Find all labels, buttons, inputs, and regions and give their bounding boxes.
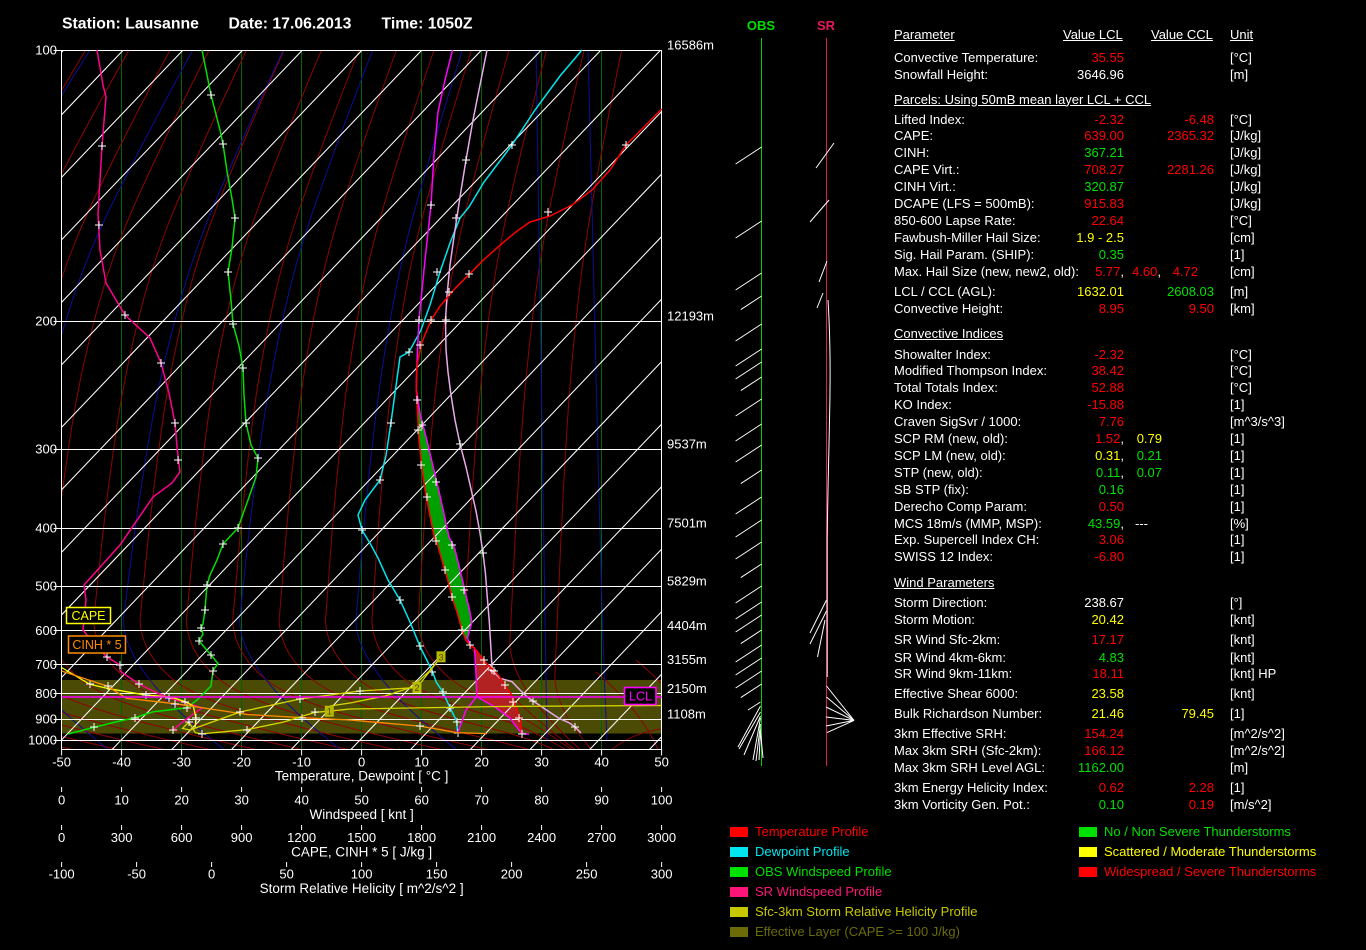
svg-text:CAPE: CAPE: [71, 609, 105, 623]
svg-text:Time: 1050Z: Time: 1050Z: [382, 16, 473, 33]
svg-text:-50: -50: [52, 755, 71, 770]
svg-text:90: 90: [594, 793, 608, 808]
svg-text:50: 50: [354, 793, 368, 808]
svg-text:-50: -50: [127, 867, 146, 882]
svg-text:-10: -10: [292, 755, 311, 770]
svg-text:1500: 1500: [347, 830, 376, 845]
svg-text:150: 150: [426, 867, 448, 882]
svg-text:2100: 2100: [467, 830, 496, 845]
svg-text:10: 10: [114, 793, 128, 808]
svg-text:0: 0: [58, 793, 65, 808]
svg-text:70: 70: [474, 793, 488, 808]
svg-text:300: 300: [651, 867, 673, 882]
svg-text:600: 600: [35, 623, 57, 638]
svg-text:900: 900: [231, 830, 253, 845]
svg-text:900: 900: [35, 712, 57, 727]
svg-text:Temperature, Dewpoint [ °C ]: Temperature, Dewpoint [ °C ]: [275, 769, 448, 784]
svg-text:CINH * 5: CINH * 5: [72, 638, 121, 652]
svg-text:2700: 2700: [587, 830, 616, 845]
svg-text:60: 60: [414, 793, 428, 808]
svg-text:30: 30: [234, 793, 248, 808]
svg-text:Date: 17.06.2013: Date: 17.06.2013: [229, 16, 352, 33]
svg-text:0: 0: [358, 755, 365, 770]
svg-text:2: 2: [414, 683, 419, 693]
svg-text:0: 0: [58, 830, 65, 845]
svg-text:5829m: 5829m: [667, 574, 707, 589]
svg-text:3: 3: [438, 652, 443, 662]
svg-text:100: 100: [35, 43, 57, 58]
svg-text:100: 100: [651, 793, 673, 808]
svg-text:Windspeed [ knt ]: Windspeed [ knt ]: [309, 807, 413, 822]
svg-text:OBS: OBS: [747, 18, 776, 33]
svg-text:30: 30: [534, 755, 548, 770]
svg-text:3000: 3000: [647, 830, 676, 845]
svg-text:-100: -100: [49, 867, 75, 882]
svg-text:7501m: 7501m: [667, 516, 707, 531]
svg-text:1800: 1800: [407, 830, 436, 845]
svg-text:Storm Relative Helicity [ m^2: Storm Relative Helicity [ m^2/s^2 ]: [260, 881, 464, 896]
svg-text:400: 400: [35, 521, 57, 536]
svg-text:80: 80: [534, 793, 548, 808]
svg-text:-40: -40: [112, 755, 131, 770]
svg-text:16586m: 16586m: [667, 38, 714, 53]
svg-text:600: 600: [171, 830, 193, 845]
svg-text:40: 40: [594, 755, 608, 770]
svg-text:10: 10: [414, 755, 428, 770]
svg-text:40: 40: [294, 793, 308, 808]
svg-text:-30: -30: [172, 755, 191, 770]
svg-text:200: 200: [35, 314, 57, 329]
svg-text:1108m: 1108m: [667, 707, 706, 722]
svg-text:20: 20: [474, 755, 488, 770]
svg-text:4404m: 4404m: [667, 618, 707, 633]
svg-text:20: 20: [174, 793, 188, 808]
svg-text:1200: 1200: [287, 830, 316, 845]
svg-text:250: 250: [576, 867, 598, 882]
svg-text:300: 300: [35, 442, 57, 457]
svg-text:50: 50: [654, 755, 668, 770]
svg-text:CAPE, CINH * 5 [ J/kg ]: CAPE, CINH * 5 [ J/kg ]: [291, 845, 432, 860]
svg-text:0: 0: [208, 867, 215, 882]
svg-text:12193m: 12193m: [667, 309, 714, 324]
svg-text:1000: 1000: [28, 733, 57, 748]
svg-text:50: 50: [279, 867, 293, 882]
svg-text:100: 100: [351, 867, 373, 882]
svg-text:800: 800: [35, 686, 57, 701]
svg-text:9537m: 9537m: [667, 437, 707, 452]
svg-text:300: 300: [111, 830, 133, 845]
svg-text:200: 200: [501, 867, 523, 882]
svg-text:700: 700: [35, 657, 57, 672]
svg-text:Station: Lausanne: Station: Lausanne: [62, 16, 199, 33]
svg-text:-20: -20: [232, 755, 251, 770]
svg-text:2400: 2400: [527, 830, 556, 845]
svg-text:3155m: 3155m: [667, 652, 707, 667]
svg-text:500: 500: [35, 579, 57, 594]
svg-text:SR: SR: [817, 18, 836, 33]
svg-text:LCL: LCL: [629, 690, 652, 704]
svg-text:1: 1: [327, 707, 332, 717]
svg-text:2150m: 2150m: [667, 681, 707, 696]
